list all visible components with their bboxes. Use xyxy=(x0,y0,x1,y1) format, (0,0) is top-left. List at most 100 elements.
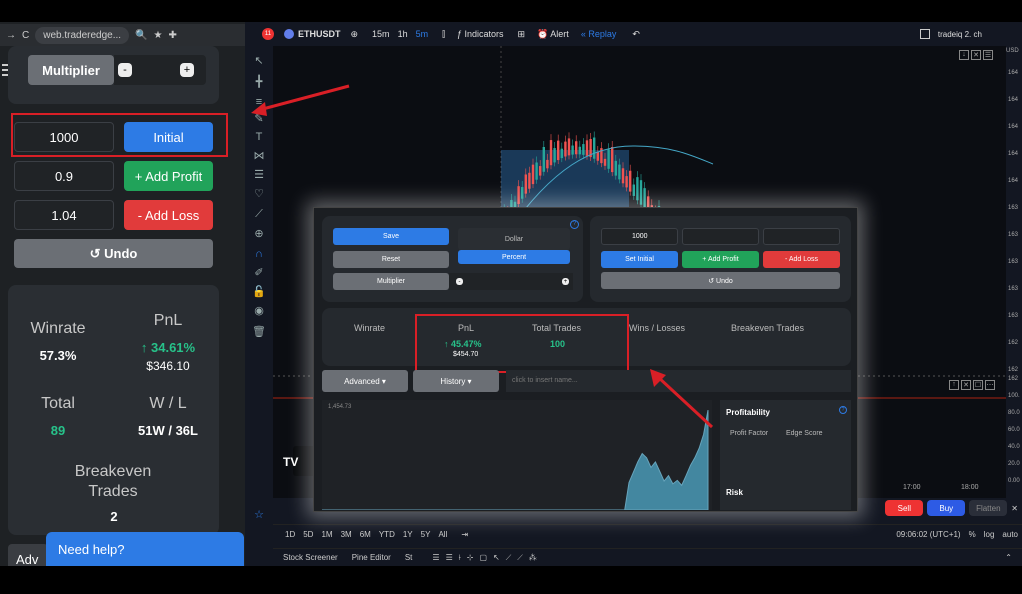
multiplier-stepper[interactable] xyxy=(449,273,573,290)
indicators-button[interactable]: ƒ Indicators xyxy=(457,29,504,39)
history-button[interactable]: History ▾ xyxy=(413,370,499,392)
date-range-icon[interactable]: ⇥ xyxy=(461,530,468,539)
tf-5m[interactable]: 5m xyxy=(416,29,429,39)
multiplier-button[interactable]: Multiplier xyxy=(333,273,449,290)
range-ytd[interactable]: YTD xyxy=(379,530,395,539)
add-loss-button[interactable]: - Add Loss xyxy=(124,200,213,230)
clock: 09:06:02 (UTC+1) xyxy=(896,530,961,539)
plus-button[interactable]: + xyxy=(180,63,194,77)
range-5d[interactable]: 5D xyxy=(303,530,313,539)
save-button[interactable]: Save xyxy=(333,228,449,245)
alert-button[interactable]: ⏰ Alert xyxy=(537,29,569,40)
symbol-label[interactable]: ETHUSDT xyxy=(298,29,341,39)
replay-button[interactable]: « Replay xyxy=(581,29,617,39)
undo-icon[interactable]: ↶ xyxy=(632,29,640,40)
auto-toggle[interactable]: auto xyxy=(1002,530,1022,539)
sell-button[interactable]: Sell xyxy=(885,500,924,516)
star-icon[interactable]: ★ xyxy=(154,30,163,41)
price-axis[interactable]: USD 164 164 164 164 164 163 163 163 163 163 162 162… xyxy=(1006,46,1022,498)
drawing-toolbar: ↖ ╋ ≡ ✎ T ⋈ ☰ ♡ ⟋ ⊕ ∩ ✐ 🔓 ◉ 🗑 ☆ xyxy=(245,46,273,566)
trash-icon[interactable]: 🗑 xyxy=(245,325,273,338)
indicator-pane-controls[interactable]: ↑ ✕ ☐ ⋯ xyxy=(949,380,995,390)
range-all[interactable]: All xyxy=(438,530,447,539)
buy-button[interactable]: Buy xyxy=(927,500,966,516)
pencil-lock-icon[interactable]: ✐ xyxy=(245,266,273,279)
advanced-tab[interactable]: Adv xyxy=(8,544,48,566)
dollar-toggle[interactable]: Dollar xyxy=(458,228,570,250)
plus-button[interactable]: + xyxy=(562,278,569,285)
set-initial-button[interactable]: Set Initial xyxy=(601,251,678,268)
pane-controls[interactable]: ↓ ✕ ☰ xyxy=(959,50,993,60)
star-icon[interactable]: ☆ xyxy=(245,508,273,521)
url-field[interactable]: web.traderedge... xyxy=(35,26,130,44)
range-5y[interactable]: 5Y xyxy=(421,530,431,539)
range-1d[interactable]: 1D xyxy=(285,530,295,539)
axis-currency: USD xyxy=(1006,48,1019,54)
fullscreen-icon[interactable] xyxy=(919,29,930,39)
help-icon[interactable]: ? xyxy=(839,406,847,414)
profit-input[interactable] xyxy=(682,228,759,245)
heart-icon[interactable]: ♡ xyxy=(245,187,273,200)
profit-input[interactable]: 0.9 xyxy=(14,161,114,191)
initial-button[interactable]: Initial xyxy=(124,122,213,152)
reload-icon[interactable]: C xyxy=(22,30,29,41)
drawing-toolbar-icons[interactable]: ☰☰⟊⊹▢↖⟋⟋⁂ xyxy=(432,553,542,563)
initial-input[interactable]: 1000 xyxy=(14,122,114,152)
stock-screener-tab[interactable]: Stock Screener xyxy=(283,553,338,562)
minus-button[interactable]: - xyxy=(456,278,463,285)
undo-button[interactable]: ↺ Undo xyxy=(601,272,840,289)
flatten-button[interactable]: Flatten xyxy=(969,500,1008,516)
range-6m[interactable]: 6M xyxy=(360,530,371,539)
minus-button[interactable]: - xyxy=(118,63,132,77)
loss-input[interactable]: 1.04 xyxy=(14,200,114,230)
wins-losses-label: Wins / Losses xyxy=(629,323,686,333)
need-help-button[interactable]: Need help? xyxy=(46,532,244,566)
loss-input[interactable] xyxy=(763,228,840,245)
magnet-icon[interactable]: ∩ xyxy=(245,248,273,260)
notification-badge: 11 xyxy=(262,28,274,40)
add-loss-button[interactable]: - Add Loss xyxy=(763,251,840,268)
eye-icon[interactable]: ◉ xyxy=(245,304,273,317)
percent-toggle[interactable]: Percent xyxy=(458,250,570,264)
help-icon[interactable]: ? xyxy=(570,220,579,229)
account-name: tradeiq 2. ch xyxy=(937,29,982,39)
cursor-icon[interactable]: ↖ xyxy=(245,54,273,67)
initial-input[interactable]: 1000 xyxy=(601,228,678,245)
reset-button[interactable]: Reset xyxy=(333,251,449,268)
multiplier-button[interactable]: Multiplier xyxy=(28,55,114,85)
percent-toggle[interactable]: % xyxy=(969,530,976,539)
add-profit-button[interactable]: + Add Profit xyxy=(682,251,759,268)
add-symbol-icon[interactable]: ⊕ xyxy=(351,29,359,40)
close-icon[interactable]: ✕ xyxy=(1011,504,1018,513)
range-1y[interactable]: 1Y xyxy=(403,530,413,539)
highlight-box xyxy=(415,314,629,373)
pine-editor-tab[interactable]: Pine Editor xyxy=(352,553,391,562)
extensions-icon[interactable]: ✚ xyxy=(168,30,176,41)
range-1m[interactable]: 1M xyxy=(321,530,332,539)
strategy-tab[interactable]: St xyxy=(405,553,413,562)
axis-tick: 40.0 xyxy=(1008,444,1020,450)
collapse-icon[interactable]: ⌃ xyxy=(1005,553,1022,562)
winrate-label: Winrate xyxy=(354,323,386,333)
axis-tick: 162 xyxy=(1008,367,1019,373)
forecast-icon[interactable]: ☰ xyxy=(245,168,273,181)
tf-15m[interactable]: 15m xyxy=(372,29,390,39)
axis-tick: 60.0 xyxy=(1008,427,1020,433)
text-icon[interactable]: T xyxy=(245,131,273,143)
tf-1h[interactable]: 1h xyxy=(398,29,408,39)
log-toggle[interactable]: log xyxy=(984,530,995,539)
zoom-icon[interactable]: 🔍 xyxy=(135,30,147,41)
advanced-button[interactable]: Advanced ▾ xyxy=(322,370,408,392)
zoom-in-icon[interactable]: ⊕ xyxy=(245,227,273,240)
add-profit-button[interactable]: + Add Profit xyxy=(124,161,213,191)
lock-icon[interactable]: 🔓 xyxy=(245,285,273,298)
edge-score-label: Edge Score xyxy=(786,430,823,437)
range-3m[interactable]: 3M xyxy=(341,530,352,539)
pattern-icon[interactable]: ⋈ xyxy=(245,149,273,162)
back-icon[interactable]: → xyxy=(6,30,16,41)
undo-button[interactable]: ↺ Undo xyxy=(14,239,213,268)
ruler-icon[interactable]: ⟋ xyxy=(245,208,273,221)
browser-url-bar[interactable]: → C web.traderedge... 🔍 ★ ✚ xyxy=(0,24,245,46)
candle-type-icon[interactable]: ⫿ xyxy=(442,29,445,40)
layout-icon[interactable]: ⊞ xyxy=(518,29,526,40)
